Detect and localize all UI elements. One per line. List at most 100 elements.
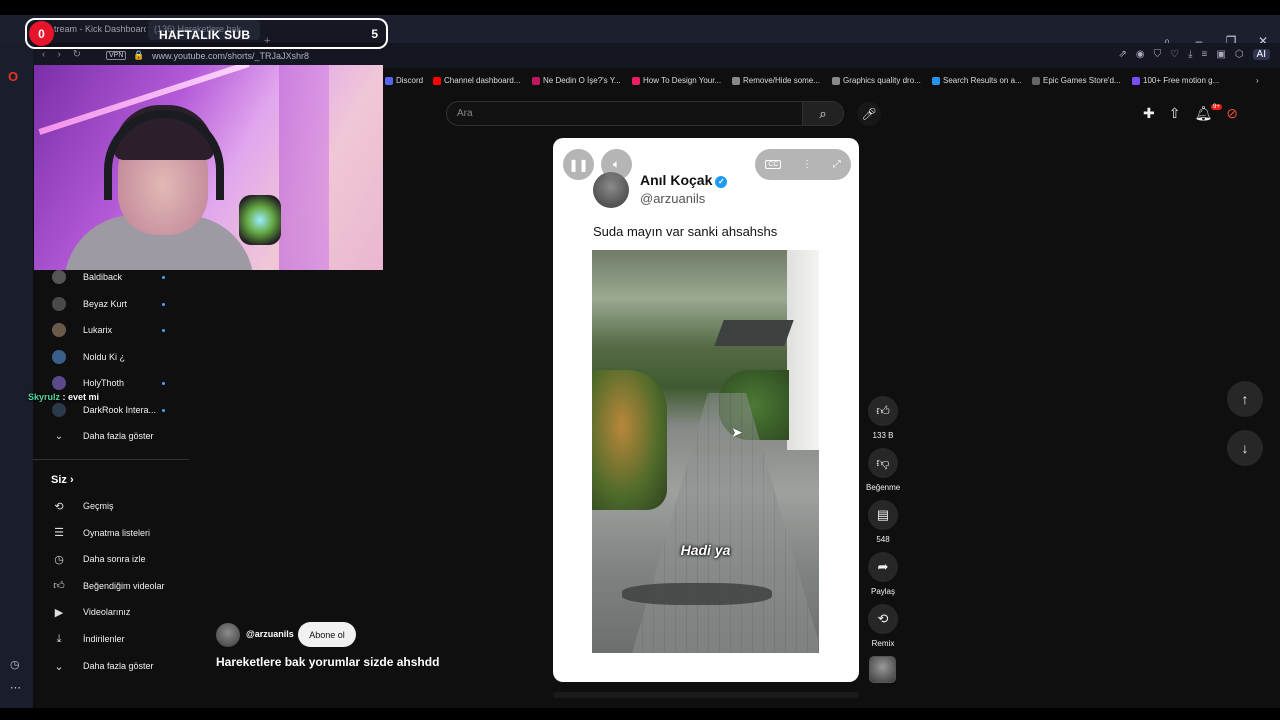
- you-menu-item[interactable]: ⤓ İndirilenler: [33, 627, 189, 651]
- you-menu-item[interactable]: 👍︎ Beğendiğim videolar: [33, 574, 189, 598]
- like-button[interactable]: 👍︎ 133 B: [866, 396, 900, 440]
- you-menu-item[interactable]: ▶ Videolarınız: [33, 600, 189, 624]
- share-button[interactable]: ➦ Paylaş: [866, 552, 900, 596]
- bookmark-item[interactable]: Search Results on a...: [932, 76, 1022, 85]
- post-photo: Hadi ya: [592, 250, 819, 653]
- upload-icon[interactable]: ⇧: [1169, 105, 1181, 122]
- bookmark-item[interactable]: 100+ Free motion g...: [1132, 76, 1219, 85]
- search-button[interactable]: ⌕: [802, 101, 844, 126]
- bookmark-item[interactable]: Discord: [385, 76, 423, 85]
- pause-button[interactable]: ❚❚: [563, 149, 594, 180]
- url-field[interactable]: www.youtube.com/shorts/_TRJaJXshr8: [152, 51, 309, 61]
- sound-thumbnail[interactable]: [869, 656, 896, 683]
- bookmark-item[interactable]: Graphics quality dro...: [832, 76, 921, 85]
- you-menu-label: İndirilenler: [83, 634, 125, 644]
- search-input[interactable]: Ara: [446, 101, 803, 126]
- profile-icon[interactable]: ▣: [1216, 49, 1225, 60]
- bookmarks-overflow-icon[interactable]: ›: [1256, 76, 1259, 85]
- player-controls: CC ⋮ ⤢: [755, 149, 851, 180]
- you-menu-label: Daha sonra izle: [83, 554, 146, 565]
- send-icon[interactable]: ⇗: [1119, 49, 1127, 60]
- bookmark-item[interactable]: Epic Games Store'd...: [1032, 76, 1121, 85]
- short-player[interactable]: Anıl Koçak ✓ @arzuanils Suda mayın var sa…: [553, 138, 859, 682]
- volume-icon: 🔈︎: [612, 157, 621, 171]
- thumbs-down-icon: 👎︎: [876, 455, 890, 470]
- remix-icon: ⟲: [877, 611, 889, 626]
- menu-icon[interactable]: ≡: [1202, 49, 1208, 60]
- lock-icon[interactable]: 🔒: [133, 50, 144, 61]
- bookmark-item[interactable]: How To Design Your...: [632, 76, 721, 85]
- bookmark-label: Epic Games Store'd...: [1043, 76, 1121, 85]
- avatar[interactable]: ⊘: [1226, 105, 1238, 122]
- verified-icon: ✓: [715, 176, 728, 188]
- nav-arrows[interactable]: ‹›↻: [42, 49, 93, 60]
- previous-short-button[interactable]: ↑: [1227, 381, 1263, 417]
- post-author: Anıl Koçak ✓: [640, 172, 728, 188]
- like-count: 133 B: [872, 431, 894, 440]
- ai-button[interactable]: AI: [1252, 49, 1270, 60]
- voice-search-button[interactable]: 🎤︎: [857, 102, 881, 126]
- shield-icon[interactable]: ⛉: [1154, 49, 1162, 60]
- create-icon[interactable]: ✚: [1143, 105, 1155, 122]
- heart-icon[interactable]: ♡: [1170, 49, 1179, 60]
- comments-button[interactable]: ▤ 548: [866, 500, 900, 544]
- bookmark-item[interactable]: Ne Dedin O İşe?'s Y...: [532, 76, 621, 85]
- playlist-icon: ☰: [54, 527, 64, 540]
- bookmark-favicon-icon: [385, 76, 393, 85]
- bell-icon[interactable]: 🔔︎: [1194, 105, 1212, 122]
- download-icon[interactable]: ⤓: [1188, 49, 1192, 60]
- show-more-label: Daha fazla göster: [83, 661, 154, 671]
- channel-avatar: [52, 376, 66, 391]
- new-content-dot: [162, 302, 165, 306]
- mouse-cursor: ➤: [731, 424, 743, 440]
- bookmark-item[interactable]: Remove/Hide some...: [732, 76, 820, 85]
- sub-goal-overlay: 0 HAFTALIK SUB 5: [25, 18, 388, 49]
- bookmark-label: Search Results on a...: [943, 76, 1022, 85]
- photo-wall: [787, 250, 819, 450]
- next-short-button[interactable]: ↓: [1227, 430, 1263, 466]
- dislike-label: Beğenme: [866, 483, 901, 492]
- you-menu-item[interactable]: ⟲ Geçmiş: [33, 494, 189, 518]
- post-text: Suda mayın var sanki ahsahshs: [593, 224, 778, 239]
- sub-goal-title: HAFTALIK SUB: [159, 28, 251, 42]
- bookmark-label: Discord: [396, 76, 424, 85]
- more-icon[interactable]: ⋯: [10, 681, 21, 694]
- remix-button[interactable]: ⟲ Remix: [866, 604, 900, 648]
- subscription-item[interactable]: DarkRook Intera...: [33, 399, 183, 421]
- mute-button[interactable]: 🔈︎: [601, 149, 632, 180]
- subscription-item[interactable]: Beyaz Kurt: [33, 293, 183, 315]
- bottom-black-bar: [0, 708, 1280, 720]
- cube-icon[interactable]: ⬡: [1235, 49, 1244, 60]
- download-icon: ⤓: [56, 632, 62, 645]
- captions-icon[interactable]: CC: [765, 160, 782, 169]
- camera-icon[interactable]: ◉: [1136, 49, 1145, 60]
- channel-avatar: [52, 270, 66, 284]
- subscription-item[interactable]: Noldu Ki ¿: [33, 346, 183, 368]
- header-actions: ✚ ⇧ 🔔︎ ⊘: [1143, 105, 1238, 122]
- bookmark-favicon-icon: [632, 76, 640, 85]
- fullscreen-icon[interactable]: ⤢: [833, 159, 841, 170]
- you-menu-label: Beğendiğim videolar: [83, 580, 165, 591]
- channel-avatar[interactable]: [216, 623, 240, 647]
- bookmark-label: Graphics quality dro...: [843, 76, 921, 85]
- clock-icon[interactable]: ◷: [10, 658, 20, 671]
- show-more-subscriptions[interactable]: ⌄ Daha fazla göster: [33, 425, 183, 447]
- bookmark-item[interactable]: Channel dashboard...: [433, 76, 521, 85]
- show-more-you[interactable]: ⌄ Daha fazla göster: [33, 654, 189, 678]
- you-menu-item[interactable]: ◷ Daha sonra izle: [33, 547, 189, 571]
- thumbs-up-icon: 👍︎: [876, 403, 890, 418]
- subscribe-button[interactable]: Abone ol: [298, 622, 356, 647]
- channel-handle[interactable]: @arzuanils: [246, 629, 294, 639]
- bookmark-label: Ne Dedin O İşe?'s Y...: [543, 76, 621, 85]
- opera-logo-icon[interactable]: O: [8, 69, 18, 84]
- vpn-badge[interactable]: VPN: [106, 51, 127, 60]
- bookmark-favicon-icon: [732, 76, 740, 85]
- you-section-heading[interactable]: Siz ›: [51, 474, 74, 486]
- next-short-preview: [553, 692, 859, 698]
- you-menu-label: Geçmiş: [83, 501, 114, 511]
- more-options-icon[interactable]: ⋮: [802, 159, 812, 170]
- bookmark-label: How To Design Your...: [643, 76, 722, 85]
- dislike-button[interactable]: 👎︎ Beğenme: [866, 448, 900, 492]
- you-menu-item[interactable]: ☰ Oynatma listeleri: [33, 521, 189, 545]
- subscription-item[interactable]: Lukarix: [33, 319, 183, 341]
